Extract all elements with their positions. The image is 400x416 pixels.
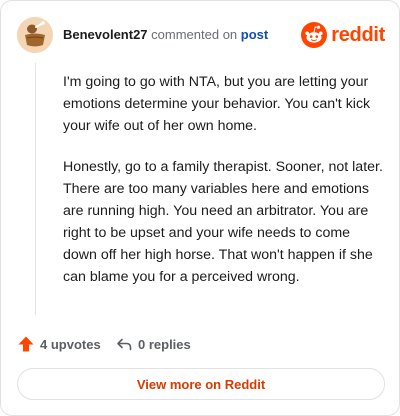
replies-action[interactable]: 0 replies: [115, 333, 191, 355]
reddit-snoo-icon: [301, 22, 328, 48]
comment-paragraph: I'm going to go with NTA, but you are le…: [63, 74, 371, 134]
upvote-arrow-icon: [18, 336, 34, 352]
comment-paragraph: Honestly, go to a family therapist. Soon…: [63, 159, 383, 285]
replies-count: 0 replies: [138, 336, 191, 352]
comment-actions: 4 upvotes 0 replies: [17, 333, 385, 355]
post-link[interactable]: post: [241, 27, 268, 42]
comment-body: I'm going to go with NTA, but you are le…: [63, 71, 383, 307]
comment-byline: Benevolent27 commented on post: [63, 27, 268, 43]
thread-line: [35, 63, 36, 315]
upvotes-count: 4 upvotes: [40, 336, 101, 352]
upvotes-action[interactable]: 4 upvotes: [17, 333, 101, 355]
comment-header: Benevolent27 commented on post reddit: [17, 17, 385, 53]
reddit-comment-card: Benevolent27 commented on post reddit I'…: [0, 0, 400, 416]
author-username[interactable]: Benevolent27: [63, 27, 148, 42]
view-more-button[interactable]: View more on Reddit: [17, 368, 385, 400]
reddit-brand[interactable]: reddit: [301, 21, 385, 49]
reddit-wordmark: reddit: [331, 23, 385, 46]
reply-arrow-icon: [117, 338, 132, 351]
commented-on-text: commented on: [151, 27, 238, 42]
potter-avatar-icon[interactable]: [17, 17, 53, 53]
